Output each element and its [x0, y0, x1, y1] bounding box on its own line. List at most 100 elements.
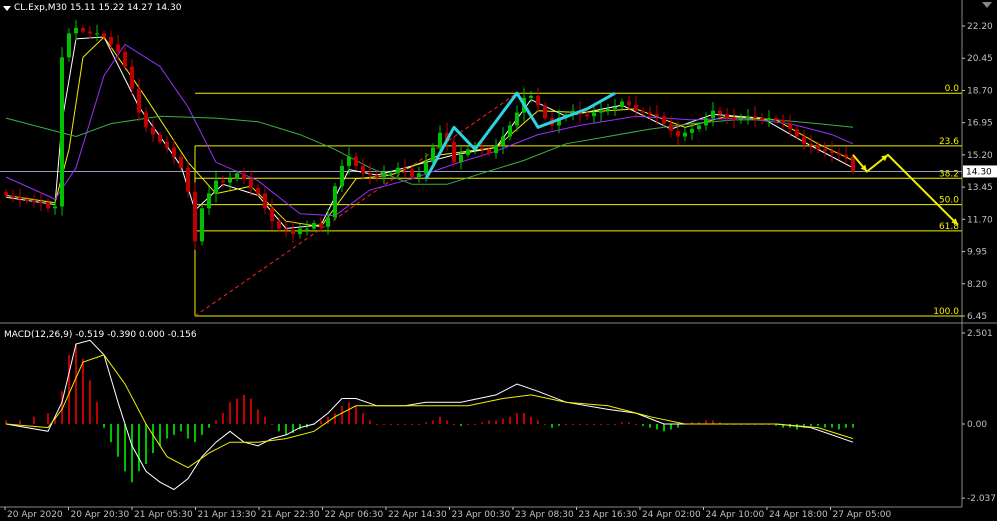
- macd-histogram-bar: [824, 424, 826, 428]
- price-tick-label: 11.70: [967, 215, 993, 225]
- candle-body: [291, 230, 295, 235]
- macd-histogram-bar: [173, 424, 175, 435]
- time-tick-label: 21 Apr 13:30: [198, 510, 257, 520]
- macd-histogram-bar: [285, 424, 287, 435]
- candle-body: [851, 156, 855, 172]
- candle-body: [718, 110, 722, 115]
- candle-body: [165, 142, 169, 148]
- macd-histogram-bar: [418, 424, 420, 425]
- candle-body: [627, 101, 631, 106]
- candle-body: [361, 165, 365, 174]
- price-tick-label: 9.95: [967, 248, 987, 258]
- candle-body: [753, 116, 757, 119]
- macd-histogram-bar: [488, 420, 490, 424]
- candle-body: [102, 33, 106, 38]
- macd-histogram-bar: [215, 420, 217, 424]
- candle-body: [396, 167, 400, 174]
- macd-histogram-bar: [96, 402, 98, 424]
- macd-histogram-bar: [425, 422, 427, 424]
- macd-histogram-bar: [397, 424, 399, 425]
- macd-histogram-bar: [460, 424, 462, 426]
- macd-histogram-bar: [89, 380, 91, 424]
- macd-histogram-bar: [439, 416, 441, 424]
- chart-canvas[interactable]: 22.20 20.45 18.70 16.95 15.20 13.45 11.70 9.95 8…: [0, 0, 997, 521]
- macd-histogram-bar: [334, 413, 336, 424]
- macd-histogram-bar: [103, 424, 105, 428]
- macd-histogram-bar: [250, 398, 252, 424]
- macd-histogram-bar: [243, 394, 245, 424]
- candle-body: [739, 118, 743, 120]
- macd-histogram-bar: [642, 424, 644, 426]
- candle-body: [186, 167, 190, 192]
- candle-body: [242, 173, 246, 179]
- candle-body: [354, 156, 358, 166]
- time-tick-label: 23 Apr 16:30: [579, 510, 638, 520]
- macd-histogram-bar: [649, 424, 651, 428]
- macd-tick-label: 2.501: [967, 329, 993, 339]
- candle-body: [214, 180, 218, 194]
- macd-histogram-bar: [712, 420, 714, 424]
- macd-histogram-bar: [362, 413, 364, 424]
- macd-histogram-bar: [845, 424, 847, 428]
- candle-body: [487, 149, 491, 154]
- candle-body: [193, 191, 197, 242]
- time-tick-label: 27 Apr 05:00: [833, 510, 892, 520]
- moving-average-line: [5, 36, 854, 230]
- macd-histogram-bar: [299, 424, 301, 430]
- candle-body: [494, 145, 498, 154]
- macd-histogram-bar: [635, 424, 637, 425]
- macd-histogram-bar: [838, 424, 840, 430]
- macd-histogram-bar: [516, 413, 518, 424]
- fibonacci-level-label: 0.0: [945, 84, 960, 94]
- time-tick-label: 21 Apr 22:30: [261, 510, 320, 520]
- candle-body: [25, 199, 29, 201]
- macd-histogram-bar: [565, 424, 567, 425]
- macd-histogram-bar: [509, 416, 511, 424]
- candle-body: [746, 116, 750, 119]
- macd-histogram-bar: [201, 424, 203, 435]
- macd-histogram-bar: [159, 424, 161, 446]
- macd-histogram-bar: [852, 424, 854, 428]
- candle-body: [4, 191, 8, 196]
- candle-body: [781, 119, 785, 124]
- candle-body: [690, 129, 694, 133]
- candle-body: [221, 180, 225, 183]
- macd-histogram-bar: [5, 420, 7, 424]
- macd-histogram-bar: [187, 424, 189, 439]
- candle-body: [599, 110, 603, 113]
- candle-body: [515, 112, 519, 126]
- macd-histogram-bar: [369, 420, 371, 424]
- macd-histogram-bar: [152, 424, 154, 454]
- candle-body: [410, 169, 414, 177]
- candle-body: [774, 118, 778, 120]
- candle-body: [508, 125, 512, 137]
- candle-body: [816, 145, 820, 150]
- macd-signal-line: [5, 354, 854, 469]
- macd-tick-label: 0.00: [967, 420, 987, 430]
- candle-body: [844, 154, 848, 157]
- candle-body: [319, 223, 323, 227]
- macd-histogram-bar: [68, 354, 70, 424]
- candle-body: [18, 197, 22, 200]
- macd-histogram-bar: [446, 420, 448, 424]
- candle-body: [235, 173, 239, 179]
- macd-histogram-bar: [586, 424, 588, 425]
- candle-body: [795, 129, 799, 137]
- macd-histogram-bar: [628, 422, 630, 424]
- macd-histogram-bar: [558, 424, 560, 426]
- macd-histogram-bar: [180, 424, 182, 432]
- candle-body: [249, 178, 253, 189]
- fibonacci-level-label: 50.0: [939, 196, 959, 206]
- macd-histogram-bar: [271, 424, 273, 425]
- macd-histogram-bar: [663, 424, 665, 432]
- macd-histogram-bar: [530, 416, 532, 424]
- time-tick-label: 24 Apr 10:00: [706, 510, 765, 520]
- macd-histogram-bar: [523, 413, 525, 424]
- moving-average-line: [5, 36, 854, 228]
- macd-histogram-bar: [572, 424, 574, 425]
- candle-body: [60, 57, 64, 207]
- macd-histogram-bar: [264, 416, 266, 424]
- macd-histogram-bar: [502, 418, 504, 424]
- macd-histogram-bar: [229, 402, 231, 424]
- macd-histogram-bar: [432, 420, 434, 424]
